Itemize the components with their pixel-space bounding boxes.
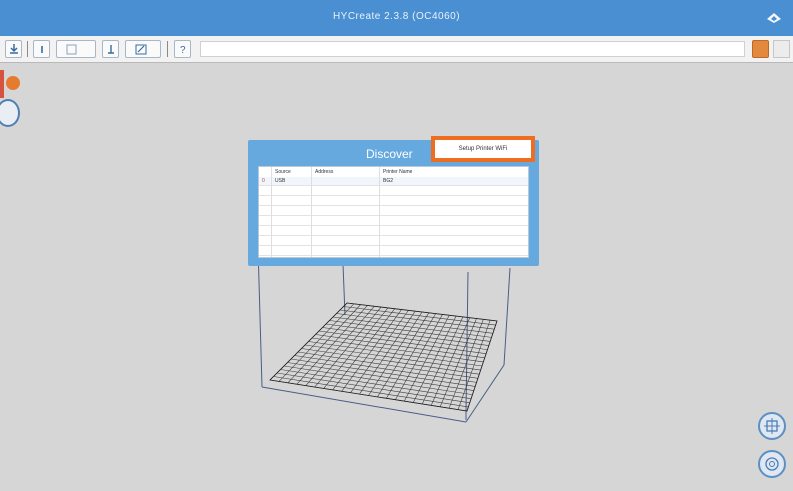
dialog-title: Discover (366, 147, 413, 161)
grid-line (421, 316, 464, 405)
column-divider (379, 167, 380, 257)
table-row[interactable] (259, 237, 528, 246)
grid-line (280, 369, 472, 400)
setup-printer-wifi-button[interactable]: Setup Printer WiFi (431, 136, 535, 162)
grid-line (304, 344, 481, 371)
column-divider (271, 167, 272, 257)
zoom-fit-icon[interactable] (758, 412, 786, 440)
table-row[interactable] (259, 207, 528, 216)
grid-line (395, 314, 443, 400)
table-row[interactable] (259, 217, 528, 226)
grid-line (430, 317, 471, 406)
column-header-printer-name: Printer Name (383, 169, 413, 175)
table-row[interactable] (259, 227, 528, 236)
grid-line (439, 318, 477, 407)
row-marker: 0 (262, 178, 265, 184)
column-header-address: Address (315, 169, 334, 175)
grid-line (404, 315, 450, 402)
printer-table: Source Address Printer Name 0 USB BG2 (258, 166, 529, 258)
row-printer-name: BG2 (383, 178, 394, 184)
row-source: USB (275, 178, 286, 184)
grid-line (276, 372, 470, 404)
table-row[interactable] (259, 197, 528, 206)
table-row[interactable]: 0 USB BG2 (259, 177, 528, 186)
print-bed-grid (269, 302, 498, 412)
column-divider (311, 167, 312, 257)
column-header-source: Source (275, 169, 291, 175)
table-row[interactable] (259, 247, 528, 256)
table-row[interactable] (259, 187, 528, 196)
grid-line (301, 348, 480, 375)
grid-line (283, 365, 473, 395)
view-reset-icon[interactable] (758, 450, 786, 478)
